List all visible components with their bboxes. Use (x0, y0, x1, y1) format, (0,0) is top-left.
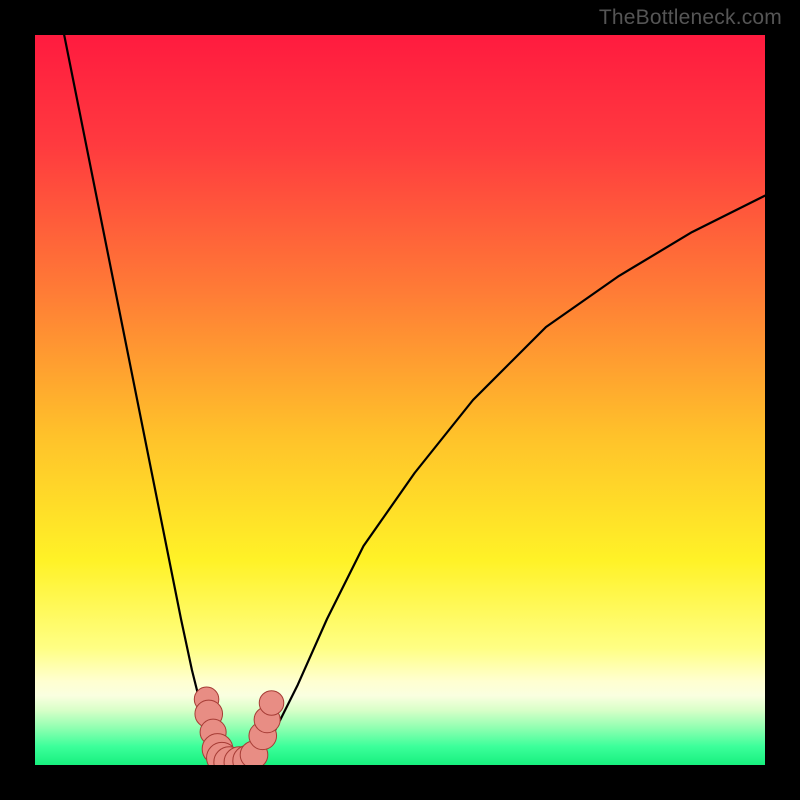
data-marker (259, 691, 284, 716)
series-left-branch (64, 35, 221, 765)
chart-frame: TheBottleneck.com (0, 0, 800, 800)
series-right-branch (254, 196, 765, 765)
watermark-text: TheBottleneck.com (599, 6, 782, 30)
curve-layer (35, 35, 765, 765)
plot-area (35, 35, 765, 765)
